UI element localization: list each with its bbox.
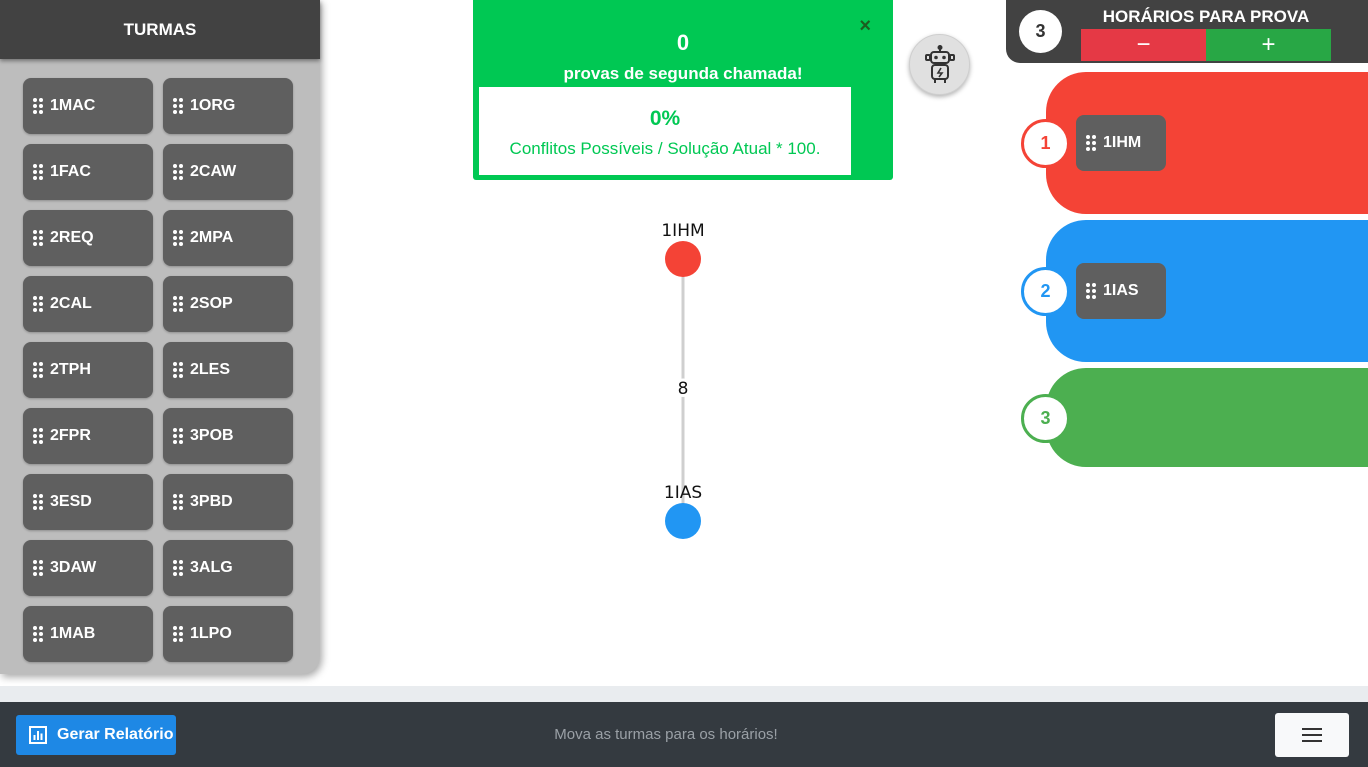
drag-handle-icon[interactable] bbox=[173, 494, 183, 510]
drag-handle-icon[interactable] bbox=[173, 296, 183, 312]
turma-label: 3ALG bbox=[190, 559, 233, 576]
turma-label: 3DAW bbox=[50, 559, 97, 576]
plus-icon: + bbox=[1261, 31, 1276, 58]
graph-node[interactable] bbox=[665, 503, 701, 539]
drag-handle-icon[interactable] bbox=[33, 428, 43, 444]
generate-report-label: Gerar Relatório bbox=[57, 726, 174, 743]
turmas-title: TURMAS bbox=[123, 19, 197, 39]
conflict-percent: 0% bbox=[649, 107, 681, 130]
drag-handle-icon[interactable] bbox=[1086, 283, 1096, 299]
drag-handle-icon[interactable] bbox=[33, 296, 43, 312]
menu-button[interactable] bbox=[1275, 713, 1349, 757]
footer-divider bbox=[0, 686, 1368, 702]
turma-label: 3ESD bbox=[50, 493, 92, 510]
turma-chip[interactable]: 2LES bbox=[163, 342, 293, 398]
turmas-grid: 1MAC 1ORG 1FAC 2CAW 2REQ 2MPA 2CAL 2SOP … bbox=[23, 78, 293, 662]
drag-handle-icon[interactable] bbox=[173, 230, 183, 246]
turma-label: 1ORG bbox=[190, 97, 236, 114]
conflict-description: Conflitos Possíveis / Solução Atual * 10… bbox=[509, 139, 821, 158]
turma-label: 3POB bbox=[190, 427, 234, 444]
turmas-panel: TURMAS 1MAC 1ORG 1FAC 2CAW 2REQ 2MPA 2CA… bbox=[0, 0, 320, 674]
turma-label: 2TPH bbox=[50, 361, 91, 378]
turma-chip[interactable]: 2FPR bbox=[23, 408, 153, 464]
turma-chip[interactable]: 1FAC bbox=[23, 144, 153, 200]
graph-node[interactable] bbox=[665, 241, 701, 277]
turma-label: 1LPO bbox=[190, 625, 232, 642]
drag-handle-icon[interactable] bbox=[173, 98, 183, 114]
drag-handle-icon[interactable] bbox=[173, 626, 183, 642]
horario-number-badge: 1 bbox=[1021, 119, 1070, 168]
drag-handle-icon[interactable] bbox=[173, 560, 183, 576]
graph-node-label: 1IAS bbox=[664, 483, 702, 503]
drag-handle-icon[interactable] bbox=[33, 230, 43, 246]
horarios-count-badge: 3 bbox=[1019, 10, 1062, 53]
generate-report-button[interactable]: Gerar Relatório bbox=[16, 715, 176, 755]
turma-chip[interactable]: 1MAB bbox=[23, 606, 153, 662]
turma-label: 2MPA bbox=[190, 229, 234, 246]
drag-handle-icon[interactable] bbox=[33, 626, 43, 642]
turma-label: 1FAC bbox=[50, 163, 91, 180]
conflict-graph: 8 1IHM 1IAS bbox=[661, 221, 705, 539]
second-call-count: 0 bbox=[676, 30, 690, 55]
horarios-title: HORÁRIOS PARA PROVA bbox=[1102, 7, 1310, 26]
turma-chip[interactable]: 2CAW bbox=[163, 144, 293, 200]
add-horario-button[interactable]: + bbox=[1206, 29, 1331, 61]
turma-chip[interactable]: 1ORG bbox=[163, 78, 293, 134]
turma-label: 2REQ bbox=[50, 229, 94, 246]
horario-slot-3[interactable] bbox=[1046, 368, 1368, 467]
turma-chip[interactable]: 1IAS bbox=[1076, 263, 1166, 319]
second-call-label: provas de segunda chamada! bbox=[563, 64, 803, 83]
horarios-header: 3 HORÁRIOS PARA PROVA − + bbox=[1006, 0, 1368, 63]
turma-chip[interactable]: 3ALG bbox=[163, 540, 293, 596]
horario-number-badge: 2 bbox=[1021, 267, 1070, 316]
graph-edge-weight: 8 bbox=[678, 379, 689, 399]
drag-handle-icon[interactable] bbox=[33, 494, 43, 510]
bar-chart-icon bbox=[29, 726, 47, 744]
drag-handle-icon[interactable] bbox=[173, 164, 183, 180]
turma-label: 1MAB bbox=[50, 625, 96, 642]
turma-label: 1IAS bbox=[1103, 282, 1139, 299]
turma-label: 2CAW bbox=[190, 163, 237, 180]
turma-label: 2LES bbox=[190, 361, 231, 378]
remove-horario-button[interactable]: − bbox=[1081, 29, 1206, 61]
turma-label: 1MAC bbox=[50, 97, 96, 114]
turma-label: 2SOP bbox=[190, 295, 233, 312]
turma-chip[interactable]: 1IHM bbox=[1076, 115, 1166, 171]
hamburger-menu-icon bbox=[1302, 728, 1322, 742]
turma-chip[interactable]: 3PBD bbox=[163, 474, 293, 530]
turma-label: 2CAL bbox=[50, 295, 92, 312]
drag-handle-icon[interactable] bbox=[173, 362, 183, 378]
footer: Gerar Relatório Mova as turmas para os h… bbox=[0, 702, 1368, 767]
drag-handle-icon[interactable] bbox=[33, 164, 43, 180]
turma-label: 2FPR bbox=[50, 427, 91, 444]
turma-label: 1IHM bbox=[1103, 134, 1142, 151]
drag-handle-icon[interactable] bbox=[1086, 135, 1096, 151]
turma-chip[interactable]: 2REQ bbox=[23, 210, 153, 266]
drag-handle-icon[interactable] bbox=[33, 560, 43, 576]
drag-handle-icon[interactable] bbox=[33, 362, 43, 378]
drag-handle-icon[interactable] bbox=[33, 98, 43, 114]
turma-chip[interactable]: 2MPA bbox=[163, 210, 293, 266]
footer-hint: Mova as turmas para os horários! bbox=[554, 726, 778, 743]
stats-alert: × 0 provas de segunda chamada! 0% Confli… bbox=[473, 0, 893, 180]
minus-icon: − bbox=[1136, 31, 1151, 58]
auto-solve-button[interactable] bbox=[909, 34, 970, 95]
turma-chip[interactable]: 3POB bbox=[163, 408, 293, 464]
robot-icon bbox=[924, 44, 955, 83]
turma-label: 3PBD bbox=[190, 493, 233, 510]
turma-chip[interactable]: 2CAL bbox=[23, 276, 153, 332]
turma-chip[interactable]: 3ESD bbox=[23, 474, 153, 530]
turma-chip[interactable]: 3DAW bbox=[23, 540, 153, 596]
turma-chip[interactable]: 1MAC bbox=[23, 78, 153, 134]
conflict-panel: 0% Conflitos Possíveis / Solução Atual *… bbox=[479, 87, 851, 175]
graph-node-label: 1IHM bbox=[661, 221, 704, 241]
drag-handle-icon[interactable] bbox=[173, 428, 183, 444]
turma-chip[interactable]: 2SOP bbox=[163, 276, 293, 332]
horario-number-badge: 3 bbox=[1021, 394, 1070, 443]
turma-chip[interactable]: 1LPO bbox=[163, 606, 293, 662]
turmas-header: TURMAS bbox=[0, 0, 320, 59]
turma-chip[interactable]: 2TPH bbox=[23, 342, 153, 398]
